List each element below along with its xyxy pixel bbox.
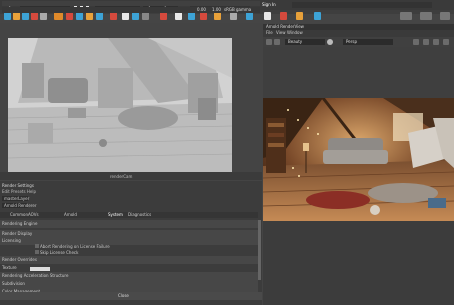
- viewport-footer: renderCam: [0, 172, 262, 180]
- panel-menu[interactable]: [2, 1, 260, 6]
- licence-icon[interactable]: [314, 12, 321, 20]
- section-render-overrides[interactable]: Render Overrides: [0, 256, 258, 264]
- skip-license-checkbox[interactable]: [35, 250, 39, 254]
- channel-icon[interactable]: [423, 39, 429, 45]
- section-rendering-engine[interactable]: Rendering Engine: [0, 220, 258, 228]
- cone-icon[interactable]: [31, 12, 38, 20]
- tab-aovs[interactable]: AOVs: [28, 212, 39, 217]
- render-view-empty-bottom: [263, 221, 454, 305]
- menu-window[interactable]: Window: [287, 30, 303, 35]
- render-settings-menu[interactable]: Edit Presets Help: [2, 189, 36, 194]
- light-icon[interactable]: [96, 12, 103, 20]
- skydome-icon[interactable]: [188, 12, 195, 20]
- ipr-icon[interactable]: [132, 12, 139, 20]
- render-view-toolbar: Beauty Persp: [263, 37, 454, 47]
- panel-toolbar[interactable]: [2, 7, 260, 13]
- texture-icon[interactable]: [264, 12, 271, 20]
- tab-diagnostics[interactable]: Diagnostics: [128, 212, 151, 217]
- sphere-icon[interactable]: [4, 12, 11, 20]
- volume-icon[interactable]: [246, 12, 253, 20]
- sign-in-button[interactable]: Sign In: [262, 2, 276, 7]
- gamma-value[interactable]: 1.00: [212, 7, 221, 12]
- flush-cache-icon[interactable]: [296, 12, 303, 20]
- scale-tool-icon[interactable]: [76, 12, 83, 20]
- render-view-menu: File View Window: [263, 30, 454, 36]
- texture-slider[interactable]: [30, 267, 50, 271]
- tab-system[interactable]: System: [108, 212, 123, 217]
- move-tool-icon[interactable]: [54, 12, 63, 20]
- shader-icon[interactable]: [280, 12, 287, 20]
- toolbar-right-group[interactable]: [292, 2, 432, 8]
- snapshot-icon[interactable]: [327, 39, 333, 45]
- render-layer-dropdown[interactable]: masterLayer: [2, 196, 29, 201]
- viewport-scene: [8, 38, 232, 172]
- cylinder-icon[interactable]: [22, 12, 29, 20]
- arnold-icon[interactable]: [160, 12, 167, 20]
- camera-icon[interactable]: [122, 12, 129, 20]
- toggle-icon[interactable]: [440, 12, 450, 20]
- section-subdivision[interactable]: Subdivision: [0, 280, 258, 288]
- tab-arnold[interactable]: Arnold: [64, 212, 77, 217]
- rendered-image[interactable]: [263, 98, 454, 221]
- viewport[interactable]: [8, 38, 232, 172]
- layout-icon[interactable]: [400, 12, 412, 20]
- render-icon[interactable]: [110, 12, 117, 20]
- settings-icon[interactable]: [142, 12, 149, 20]
- mesh-light-icon[interactable]: [214, 12, 221, 20]
- snap-icon[interactable]: [86, 12, 93, 20]
- render-view-empty-top: [263, 47, 454, 98]
- close-button[interactable]: Close: [0, 292, 262, 300]
- render-settings-title: Render Settings: [2, 183, 34, 188]
- section-acceleration[interactable]: Rendering Acceleration Structure: [0, 272, 258, 280]
- standin-icon[interactable]: [230, 12, 237, 20]
- render-settings-tabs: Common AOVs Arnold System Diagnostics: [0, 212, 258, 218]
- render-settings-scrollbar[interactable]: [258, 220, 261, 280]
- camera-label: renderCam: [110, 174, 133, 179]
- panel-layout-icon[interactable]: [420, 12, 432, 20]
- rotate-tool-icon[interactable]: [66, 12, 73, 20]
- abort-license-checkbox[interactable]: [35, 244, 39, 248]
- render-using-dropdown[interactable]: Arnold Renderer: [2, 203, 36, 208]
- area-light-icon[interactable]: [200, 12, 207, 20]
- stop-render-icon[interactable]: [274, 39, 280, 45]
- skip-license-label: Skip License Check: [40, 250, 79, 255]
- menu-view[interactable]: View: [276, 30, 286, 35]
- aov-icon[interactable]: [175, 12, 182, 20]
- aov-dropdown[interactable]: Persp: [343, 39, 393, 45]
- viewport-menu-bar: 0.00 1.00 sRGB gamma: [0, 0, 262, 14]
- zoom-icon[interactable]: [433, 39, 439, 45]
- camera-dropdown[interactable]: Beauty: [285, 39, 325, 45]
- cube-icon[interactable]: [13, 12, 20, 20]
- exposure-value[interactable]: 0.00: [197, 7, 206, 12]
- crop-icon[interactable]: [413, 39, 419, 45]
- render-view-title: Arnold RenderView: [266, 24, 304, 29]
- settings-icon[interactable]: [443, 39, 449, 45]
- rendered-scene: [263, 98, 454, 221]
- menu-file[interactable]: File: [266, 30, 273, 35]
- plane-icon[interactable]: [40, 12, 47, 20]
- abort-license-label: Abort Rendering on License Failure: [40, 244, 110, 249]
- tab-common[interactable]: Common: [10, 212, 28, 217]
- refresh-render-icon[interactable]: [266, 39, 272, 45]
- color-space-label[interactable]: sRGB gamma: [224, 7, 251, 12]
- render-settings-panel: Render Settings Edit Presets Help master…: [0, 181, 262, 305]
